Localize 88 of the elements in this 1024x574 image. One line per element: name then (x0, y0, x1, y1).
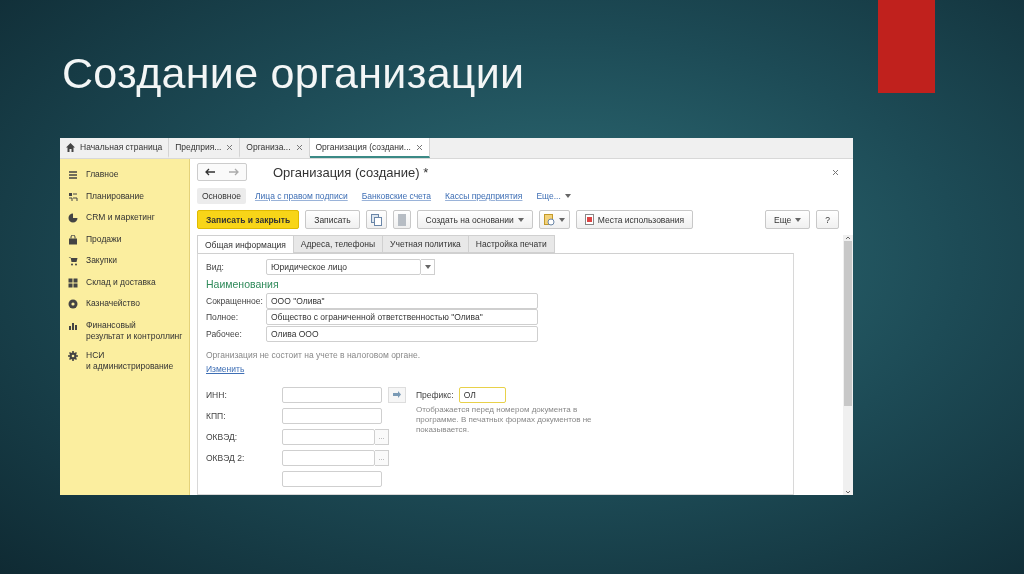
field-label: Вид: (206, 262, 225, 273)
dropdown-button[interactable]: Создать на основании (416, 210, 533, 229)
scroll-down-icon[interactable] (845, 489, 851, 495)
form-tab[interactable]: Адреса, телефоны (292, 235, 384, 253)
section-link[interactable]: Лица с правом подписи (249, 187, 353, 204)
close-icon[interactable] (415, 143, 423, 151)
input-field[interactable]: Олива ООО (266, 325, 538, 342)
document-icon (397, 213, 406, 226)
close-icon (832, 168, 839, 176)
type-select[interactable]: Юридическое лицо (266, 259, 421, 276)
close-icon[interactable] (295, 143, 303, 151)
caret-icon (517, 217, 524, 222)
bar-chart-icon (68, 320, 78, 331)
caret-icon (795, 217, 802, 222)
arrow-icon (393, 391, 401, 398)
window-tab[interactable]: Организа... (240, 138, 310, 158)
usage-places-button[interactable]: Места использования (575, 210, 694, 229)
input-field[interactable]: Общество с ограниченной ответственностью "Олива" (266, 309, 538, 326)
report-dropdown-button[interactable] (538, 210, 570, 229)
input-field[interactable] (282, 386, 382, 403)
window-tab[interactable]: Организация (создани... (309, 138, 430, 158)
slide-title: Создание организации (62, 48, 526, 99)
form-tab[interactable]: Общая информация (197, 235, 294, 253)
more-link[interactable]: Еще... (531, 187, 576, 204)
sidebar-item[interactable]: Финансовый результат и контроллинг (60, 315, 189, 346)
field-label: Рабочее: (206, 328, 243, 339)
input-field[interactable] (282, 407, 382, 424)
settings-icon (68, 350, 78, 361)
sidebar-item[interactable]: Планирование (60, 186, 189, 208)
boxes-icon (68, 277, 78, 288)
right-arrow-icon (229, 168, 239, 176)
prefix-hint: Отображается перед номером документа в программе. В печатных формах документов не показывается. (416, 405, 593, 435)
section-link[interactable]: Кассы предприятия (440, 187, 528, 204)
window-tab[interactable]: Предприя... (169, 138, 241, 158)
dropdown-button[interactable]: Еще (764, 210, 811, 229)
form-title: Организация (создание) * (273, 164, 430, 180)
sidebar-item[interactable]: НСИ и администрирование (60, 345, 189, 376)
scroll-up-icon[interactable] (845, 235, 851, 241)
menu-icon (68, 170, 78, 180)
planning-icon (68, 191, 78, 202)
sidebar-item[interactable]: Закупки (60, 251, 189, 273)
pie-chart-icon (68, 213, 78, 223)
caret-icon (558, 217, 565, 222)
input-field[interactable] (282, 470, 382, 487)
close-icon[interactable] (226, 143, 234, 151)
fill-button[interactable] (388, 386, 406, 403)
sidebar-item[interactable]: Склад и доставка (60, 272, 189, 294)
home-icon (66, 142, 75, 152)
section-link[interactable]: Основное (197, 187, 246, 204)
caret-icon (424, 265, 431, 270)
copy-button[interactable] (365, 210, 387, 229)
home-tab[interactable]: Начальная страница (60, 138, 170, 158)
input-field[interactable] (282, 428, 375, 445)
sidebar-item[interactable]: Главное (60, 165, 189, 187)
section-heading: Наименования (206, 277, 280, 290)
close-button[interactable] (832, 168, 839, 176)
save-and-close-button[interactable]: Записать и закрыть (197, 210, 300, 229)
toolbar-button[interactable]: ? (816, 210, 839, 229)
sidebar-item[interactable]: CRM и маркетинг (60, 208, 189, 230)
report-icon (543, 213, 555, 226)
field-label: ИНН: (206, 389, 228, 400)
prefix-field[interactable]: ОЛ (458, 386, 506, 403)
tax-note: Организация не состоит на учете в налоговом органе. (206, 350, 421, 360)
sidebar-item[interactable]: Продажи (60, 229, 189, 251)
toolbar-button[interactable]: Записать (305, 210, 360, 229)
copy-icon (370, 213, 382, 226)
input-field[interactable] (282, 449, 375, 466)
document-icon (584, 214, 594, 225)
sidebar-item[interactable]: Казначейство (60, 294, 189, 316)
field-label: Префикс: (416, 389, 454, 400)
form-tab[interactable]: Настройка печати (467, 235, 555, 253)
document-button[interactable] (392, 210, 411, 229)
scrollbar[interactable] (843, 235, 853, 495)
caret-icon (564, 193, 571, 198)
field-label: ОКВЭД 2: (206, 452, 246, 463)
section-link[interactable]: Банковские счета (356, 187, 437, 204)
field-label: Сокращенное: (206, 295, 264, 306)
cart-icon (68, 256, 78, 266)
left-arrow-icon (205, 168, 215, 176)
field-label: КПП: (206, 410, 227, 421)
coin-icon (68, 299, 78, 309)
dropdown-button[interactable] (421, 259, 435, 276)
change-link[interactable]: Изменить (206, 364, 245, 374)
field-label: Полное: (206, 312, 240, 323)
field-label: ОКВЭД: (206, 431, 239, 442)
bag-icon (68, 234, 78, 245)
input-field[interactable]: ООО "Олива" (266, 292, 538, 309)
form-tab[interactable]: Учетная политика (382, 235, 469, 253)
